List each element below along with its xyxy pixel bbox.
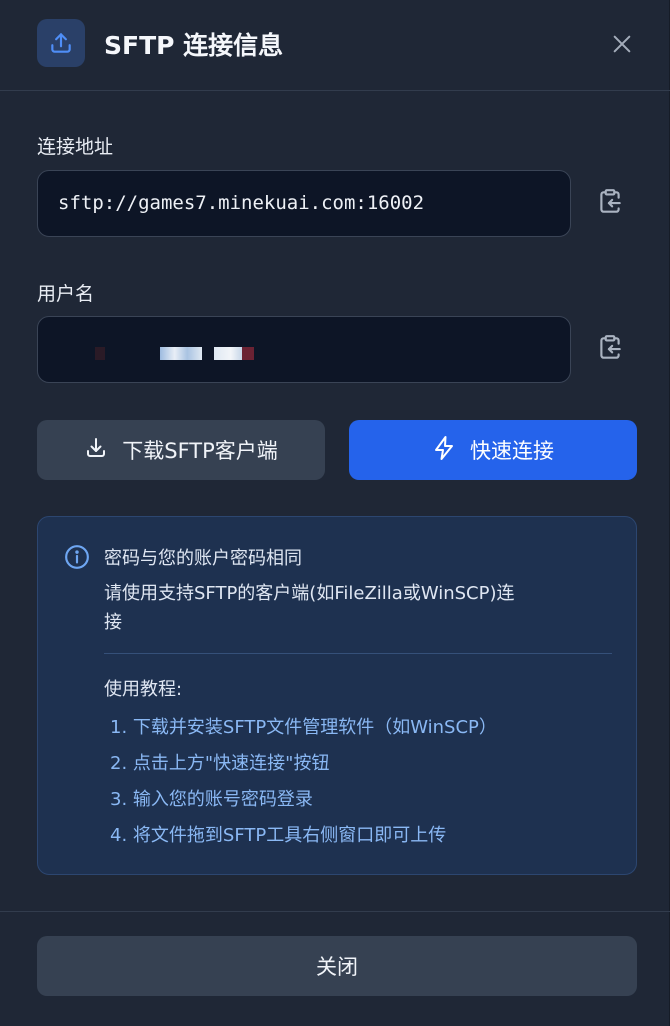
- tutorial-steps: 1. 下载并安装SFTP文件管理软件（如WinSCP） 2. 点击上方"快速连接…: [110, 713, 497, 857]
- client-note: 请使用支持SFTP的客户端(如FileZilla或WinSCP)连: [104, 583, 515, 604]
- redacted-mark: [95, 347, 105, 360]
- clipboard-copy-icon: [597, 188, 623, 220]
- copy-username-button[interactable]: [592, 332, 628, 368]
- password-note: 密码与您的账户密码相同: [104, 548, 302, 569]
- username-label: 用户名: [37, 283, 95, 305]
- address-label: 连接地址: [37, 136, 114, 158]
- download-client-button[interactable]: 下载SFTP客户端: [37, 420, 325, 480]
- lightning-icon: [432, 435, 456, 466]
- sftp-dialog: SFTP 连接信息 连接地址 sftp://games7.minekuai.co…: [0, 0, 670, 1026]
- tutorial-step: 4. 将文件拖到SFTP工具右侧窗口即可上传: [110, 825, 447, 846]
- clipboard-copy-icon: [597, 334, 623, 366]
- close-icon[interactable]: [606, 28, 638, 60]
- tutorial-step: 1. 下载并安装SFTP文件管理软件（如WinSCP）: [110, 717, 497, 738]
- close-button-label: 关闭: [316, 955, 358, 979]
- address-value: sftp://games7.minekuai.com:16002: [58, 192, 425, 214]
- tutorial-step: 3. 输入您的账号密码登录: [110, 789, 313, 810]
- download-client-label: 下载SFTP客户端: [122, 439, 278, 463]
- client-note-wrap: 接: [104, 612, 122, 633]
- dialog-title: SFTP 连接信息: [104, 31, 284, 60]
- tutorial-title: 使用教程:: [104, 679, 183, 700]
- quick-connect-label: 快速连接: [470, 439, 554, 463]
- redacted-mark: [160, 347, 202, 360]
- redacted-mark: [214, 347, 242, 360]
- address-field[interactable]: sftp://games7.minekuai.com:16002: [37, 170, 571, 237]
- info-icon: [64, 544, 90, 570]
- redacted-mark: [242, 347, 254, 360]
- divider: [104, 653, 612, 654]
- footer-divider: [0, 911, 670, 912]
- dialog-header: SFTP 连接信息: [0, 0, 670, 91]
- tutorial-step: 2. 点击上方"快速连接"按钮: [110, 753, 330, 774]
- username-field[interactable]: [37, 316, 571, 383]
- quick-connect-button[interactable]: 快速连接: [349, 420, 637, 480]
- upload-icon: [37, 19, 85, 67]
- info-panel: 密码与您的账户密码相同 请使用支持SFTP的客户端(如FileZilla或Win…: [37, 516, 637, 875]
- close-button[interactable]: 关闭: [37, 936, 637, 996]
- copy-address-button[interactable]: [592, 186, 628, 222]
- download-icon: [84, 436, 108, 465]
